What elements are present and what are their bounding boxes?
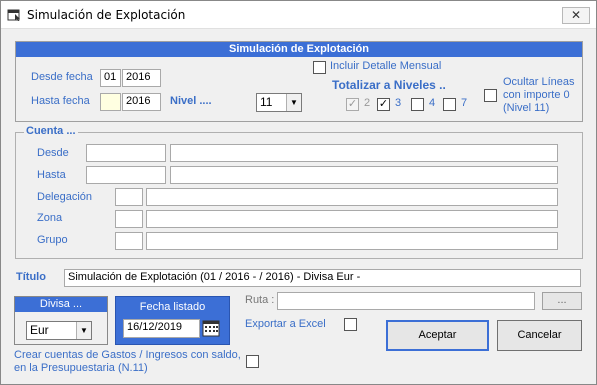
grupo-label: Grupo <box>37 234 68 246</box>
nivel-4-label: 4 <box>429 97 436 109</box>
delegacion-label: Delegación <box>37 191 93 203</box>
app-icon <box>7 9 20 21</box>
hasta-mes-field[interactable] <box>100 93 121 111</box>
fecha-listado-field[interactable]: 16/12/2019 <box>123 319 200 338</box>
title-bar: Simulación de Explotación ✕ <box>1 1 596 29</box>
ocultar-lineas-checkbox[interactable] <box>484 89 497 102</box>
cancelar-button[interactable]: Cancelar <box>497 320 582 351</box>
cuenta-hasta-label: Hasta <box>37 169 66 181</box>
crear-cuentas-checkbox[interactable] <box>246 355 259 368</box>
nivel-2-checkbox[interactable]: ✓ <box>346 98 359 111</box>
chevron-down-icon: ▼ <box>286 94 301 111</box>
main-window: Simulación de Explotación ✕ Simulación d… <box>0 0 597 385</box>
window-title: Simulación de Explotación <box>27 8 186 22</box>
zona-label: Zona <box>37 212 63 224</box>
grupo-desc[interactable] <box>146 232 558 250</box>
crear-cuentas-label: Crear cuentas de Gastos / Ingresos con s… <box>14 349 241 361</box>
nivel-3-label: 3 <box>395 97 402 109</box>
divisa-value: Eur <box>30 323 49 337</box>
chevron-down-icon: ▼ <box>76 322 91 339</box>
fecha-listado-header: Fecha listado <box>139 301 206 313</box>
desde-anio-field[interactable]: 2016 <box>122 69 161 87</box>
calendar-icon[interactable] <box>202 319 220 337</box>
nivel-4-checkbox[interactable] <box>411 98 424 111</box>
nivel-7-label: 7 <box>461 97 468 109</box>
grupo-code[interactable] <box>115 232 143 250</box>
nivel-label: Nivel .... <box>170 95 212 107</box>
zona-desc[interactable] <box>146 210 558 228</box>
cuenta-legend: Cuenta ... <box>24 125 78 137</box>
ruta-label: Ruta : <box>245 294 275 306</box>
aceptar-button[interactable]: Aceptar <box>386 320 489 351</box>
divisa-header: Divisa ... <box>15 297 107 312</box>
delegacion-code[interactable] <box>115 188 143 206</box>
cuenta-desde-label: Desde <box>37 147 69 159</box>
cuenta-desde-desc[interactable] <box>170 144 558 162</box>
cuenta-hasta-code[interactable] <box>86 166 166 184</box>
nivel-7-checkbox[interactable] <box>443 98 456 111</box>
divisa-select[interactable]: Eur ▼ <box>26 321 92 340</box>
titulo-field[interactable]: Simulación de Explotación (01 / 2016 - /… <box>64 269 581 287</box>
hasta-fecha-label: Hasta fecha <box>31 95 90 107</box>
nivel-select[interactable]: 11 ▼ <box>256 93 302 112</box>
cuenta-desde-code[interactable] <box>86 144 166 162</box>
panel-header: Simulación de Explotación <box>16 42 582 57</box>
ocultar-importe-label: con importe 0 <box>503 89 570 101</box>
ruta-field[interactable] <box>277 292 535 310</box>
nivel-3-checkbox[interactable]: ✓ <box>377 98 390 111</box>
delegacion-desc[interactable] <box>146 188 558 206</box>
cuenta-hasta-desc[interactable] <box>170 166 558 184</box>
ocultar-lineas-label: Ocultar Líneas <box>503 76 575 88</box>
nivel-value: 11 <box>260 95 273 109</box>
desde-fecha-label: Desde fecha <box>31 71 93 83</box>
incluir-detalle-checkbox[interactable] <box>313 61 326 74</box>
zona-code[interactable] <box>115 210 143 228</box>
totalizar-label: Totalizar a Niveles .. <box>332 78 446 92</box>
nivel-2-label: 2 <box>364 97 371 109</box>
ruta-browse-button[interactable]: ... <box>542 292 582 310</box>
close-button[interactable]: ✕ <box>562 7 590 24</box>
titulo-label: Título <box>16 271 46 283</box>
hasta-anio-field[interactable]: 2016 <box>122 93 161 111</box>
exportar-excel-checkbox[interactable] <box>344 318 357 331</box>
exportar-excel-label: Exportar a Excel <box>245 318 326 330</box>
ocultar-nivel-label: (Nivel 11) <box>503 102 550 114</box>
desde-mes-field[interactable]: 01 <box>100 69 121 87</box>
crear-cuentas-label-2: en la Presupuestaria (N.11) <box>14 362 148 374</box>
incluir-detalle-label: Incluir Detalle Mensual <box>330 60 442 72</box>
